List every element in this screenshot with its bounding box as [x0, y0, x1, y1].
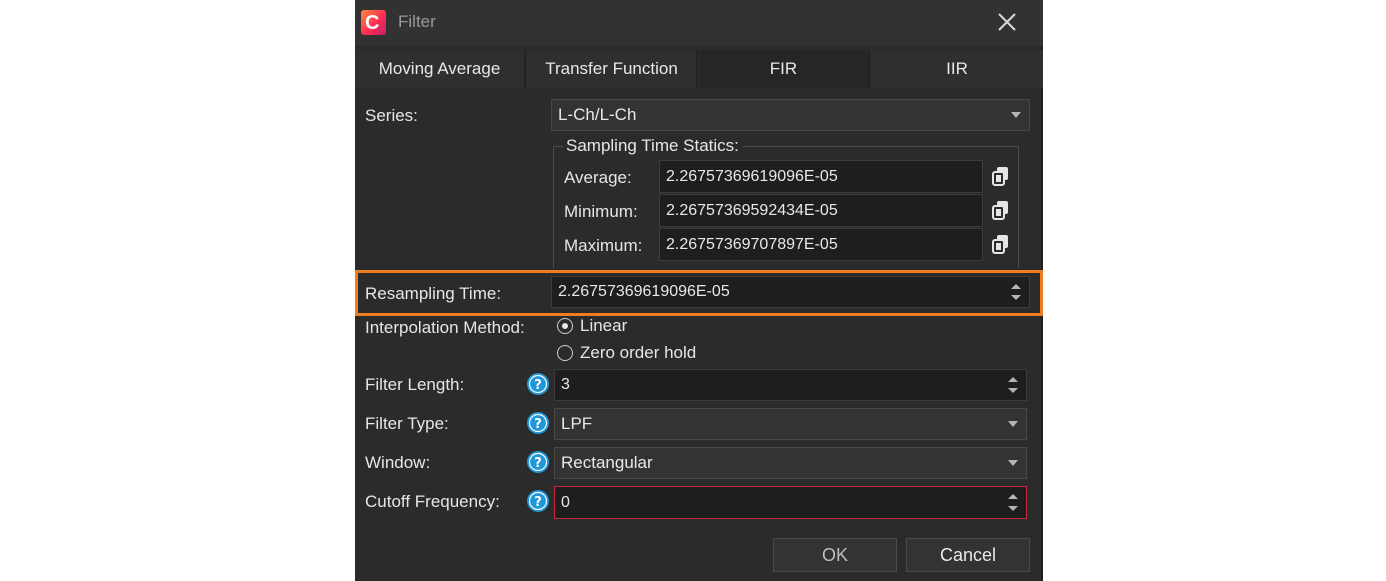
close-button[interactable] [993, 7, 1021, 37]
linear-radio-label[interactable]: Linear [580, 316, 627, 336]
spin-up-icon[interactable] [1011, 284, 1021, 289]
cancel-button-label: Cancel [939, 544, 997, 565]
maximum-label: Maximum: [564, 236, 643, 255]
filter-length-help-button[interactable]: ? [526, 372, 550, 396]
interpolation-label: Interpolation Method: [365, 318, 525, 337]
maximum-field[interactable]: 2.26757369707897E-05 [659, 228, 983, 261]
filter-length-label: Filter Length: [365, 375, 465, 394]
tab-bar: Moving Average Transfer Function FIR IIR [355, 50, 1043, 88]
chevron-down-icon [1008, 421, 1018, 427]
tab-moving-average[interactable]: Moving Average [355, 50, 526, 88]
maximum-value: 2.26757369707897E-05 [666, 235, 838, 253]
average-label: Average: [564, 168, 632, 187]
chevron-down-icon [1008, 460, 1018, 466]
chevron-down-icon [1011, 112, 1021, 118]
copy-icon [992, 201, 1008, 220]
spin-up-icon[interactable] [1008, 494, 1018, 499]
ok-button[interactable]: OK [773, 538, 897, 572]
window-combo[interactable]: Rectangular [554, 447, 1027, 479]
series-combo[interactable]: L-Ch/L-Ch [551, 99, 1030, 131]
close-icon [998, 13, 1016, 31]
window-help-button[interactable]: ? [526, 450, 550, 474]
copy-average-button[interactable] [991, 165, 1011, 187]
minimum-value: 2.26757369592434E-05 [666, 201, 838, 219]
minimum-label: Minimum: [564, 202, 638, 221]
help-icon: ? [527, 451, 549, 473]
tab-label: Transfer Function [545, 59, 678, 78]
window-label: Window: [365, 453, 431, 472]
spin-down-icon[interactable] [1008, 388, 1018, 393]
minimum-field[interactable]: 2.26757369592434E-05 [659, 194, 983, 227]
svg-text:?: ? [534, 495, 542, 510]
spin-down-icon[interactable] [1008, 506, 1018, 511]
zero-order-hold-radio-label[interactable]: Zero order hold [580, 343, 696, 363]
filter-type-label: Filter Type: [365, 414, 449, 433]
linear-radio[interactable] [557, 318, 573, 334]
series-value: L-Ch/L-Ch [558, 105, 637, 124]
filter-type-combo[interactable]: LPF [554, 408, 1027, 440]
tab-label: FIR [769, 59, 798, 78]
resampling-value: 2.26757369619096E-05 [558, 283, 730, 300]
window-title: Filter [398, 12, 436, 31]
filter-type-help-button[interactable]: ? [526, 411, 550, 435]
svg-text:?: ? [534, 417, 542, 432]
app-logo-icon: C [361, 10, 386, 35]
tab-label: Moving Average [378, 59, 501, 78]
copy-icon [992, 167, 1008, 186]
filter-type-value: LPF [561, 414, 593, 433]
title-bar: C Filter [355, 0, 1043, 46]
filter-length-spinbox[interactable]: 3 [554, 369, 1027, 401]
sampling-group-title: Sampling Time Statics: [563, 136, 742, 156]
resampling-label: Resampling Time: [365, 284, 502, 303]
filter-length-value: 3 [561, 376, 570, 393]
zero-order-hold-radio[interactable] [557, 345, 573, 361]
copy-icon [992, 235, 1008, 254]
cancel-button[interactable]: Cancel [906, 538, 1030, 572]
help-icon: ? [527, 373, 549, 395]
cutoff-value: 0 [561, 493, 570, 511]
ok-button-label: OK [821, 544, 848, 565]
spin-down-icon[interactable] [1011, 295, 1021, 300]
tab-label: IIR [946, 59, 968, 78]
resampling-spinbox[interactable]: 2.26757369619096E-05 [551, 276, 1030, 308]
svg-text:?: ? [534, 456, 542, 471]
filter-dialog: C Filter Moving Average Transfer Functio… [355, 0, 1043, 581]
copy-maximum-button[interactable] [991, 233, 1011, 255]
cutoff-spinbox[interactable]: 0 [554, 486, 1027, 519]
help-icon: ? [527, 490, 549, 512]
spin-up-icon[interactable] [1008, 377, 1018, 382]
help-icon: ? [527, 412, 549, 434]
average-value: 2.26757369619096E-05 [666, 167, 838, 185]
cutoff-label: Cutoff Frequency: [365, 492, 500, 511]
cutoff-help-button[interactable]: ? [526, 489, 550, 513]
series-label: Series: [365, 106, 418, 125]
copy-minimum-button[interactable] [991, 199, 1011, 221]
svg-text:?: ? [534, 378, 542, 393]
tab-fir[interactable]: FIR [699, 50, 870, 88]
tab-transfer-function[interactable]: Transfer Function [527, 50, 698, 88]
average-field[interactable]: 2.26757369619096E-05 [659, 160, 983, 193]
window-value: Rectangular [561, 453, 653, 472]
app-logo-letter: C [365, 12, 380, 34]
tab-iir[interactable]: IIR [871, 50, 1043, 88]
